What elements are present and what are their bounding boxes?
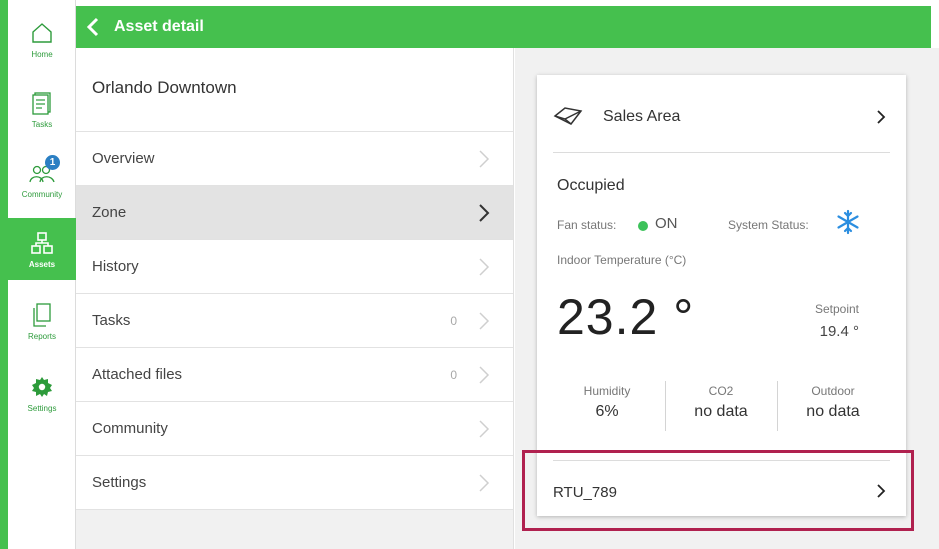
home-icon (29, 20, 55, 46)
indoor-temp-label: Indoor Temperature (°C) (557, 253, 687, 267)
stat-value: no data (806, 403, 860, 420)
chevron-right-icon (479, 474, 490, 492)
menu-item-community[interactable]: Community (76, 402, 513, 456)
chevron-right-icon (479, 420, 490, 438)
chevron-right-icon (877, 110, 886, 124)
stat-value: 6% (595, 403, 619, 420)
nav-item-home[interactable]: Home (8, 8, 76, 70)
menu-item-label: Community (92, 420, 168, 437)
fan-status-dot-icon (638, 221, 648, 231)
setpoint-label: Setpoint (814, 302, 859, 316)
site-name: Orlando Downtown (76, 48, 513, 132)
app-root: Home Tasks 1 Community Assets Reports Se… (0, 0, 939, 549)
nav-rail-accent (0, 0, 8, 549)
menu-item-label: Attached files (92, 366, 183, 383)
menu-item-label: Settings (92, 474, 147, 491)
indoor-temp-value: 23.2 ° (557, 289, 695, 345)
tasks-count: 0 (450, 313, 457, 328)
zone-diamond-icon (553, 107, 583, 125)
stat-label: Humidity (583, 384, 631, 398)
page-title: Asset detail (114, 18, 204, 35)
menu-item-history[interactable]: History (76, 240, 513, 294)
stat-label: CO2 (708, 384, 734, 398)
chevron-right-icon (479, 150, 490, 168)
tasks-icon (29, 90, 55, 116)
nav-item-tasks[interactable]: Tasks (8, 78, 76, 140)
zone-header-row[interactable]: Sales Area (537, 75, 906, 152)
nav-label-assets: Assets (28, 259, 56, 269)
settings-icon (29, 374, 55, 400)
attached-files-count: 0 (450, 367, 457, 382)
chevron-left-icon[interactable] (78, 6, 108, 48)
chevron-right-icon (479, 258, 490, 276)
menu-item-label: History (92, 258, 139, 275)
nav-item-assets[interactable]: Assets (8, 218, 76, 280)
menu-item-label: Tasks (92, 312, 131, 329)
stat-humidity: Humidity 6% (551, 384, 663, 432)
menu-item-settings[interactable]: Settings (76, 456, 513, 510)
menu-item-zone[interactable]: Zone (76, 186, 513, 240)
community-icon: 1 (29, 154, 60, 186)
assets-icon (29, 230, 55, 256)
menu-item-overview[interactable]: Overview (76, 132, 513, 186)
stat-value: no data (694, 403, 748, 420)
nav-item-community[interactable]: 1 Community (8, 148, 76, 210)
nav-label-settings: Settings (27, 403, 57, 413)
stat-label: Outdoor (811, 384, 855, 398)
occupancy-status: Occupied (557, 177, 625, 194)
chevron-right-icon (479, 312, 490, 330)
fan-status-value: ON (655, 215, 678, 232)
chevron-right-icon (479, 204, 490, 222)
community-badge: 1 (45, 154, 60, 170)
nav-label-community: Community (21, 189, 63, 199)
menu-item-label: Zone (92, 204, 127, 221)
menu-item-label: Overview (92, 150, 155, 167)
menu-item-tasks[interactable]: Tasks 0 (76, 294, 513, 348)
menu-item-attached-files[interactable]: Attached files 0 (76, 348, 513, 402)
stat-outdoor: Outdoor no data (777, 384, 889, 432)
stat-co2: CO2 no data (665, 384, 777, 432)
snowflake-icon (837, 209, 859, 235)
nav-label-reports: Reports (27, 331, 56, 341)
nav-label-tasks: Tasks (31, 119, 53, 129)
nav-item-settings[interactable]: Settings (8, 362, 76, 424)
zone-name: Sales Area (603, 108, 681, 125)
divider (553, 152, 890, 153)
asset-menu-panel: Orlando Downtown Overview Zone History T… (76, 48, 514, 549)
header-bar: Asset detail (76, 6, 931, 48)
nav-label-home: Home (31, 49, 53, 59)
fan-status-label: Fan status: (557, 218, 617, 232)
chevron-right-icon (479, 366, 490, 384)
nav-rail: Home Tasks 1 Community Assets Reports Se… (0, 0, 76, 549)
nav-rail-items: Home Tasks 1 Community Assets Reports Se… (8, 0, 76, 549)
reports-icon (29, 302, 55, 328)
highlight-box (522, 450, 914, 531)
system-status-label: System Status: (728, 218, 809, 232)
setpoint-value: 19.4 ° (819, 323, 859, 340)
nav-item-reports[interactable]: Reports (8, 290, 76, 352)
